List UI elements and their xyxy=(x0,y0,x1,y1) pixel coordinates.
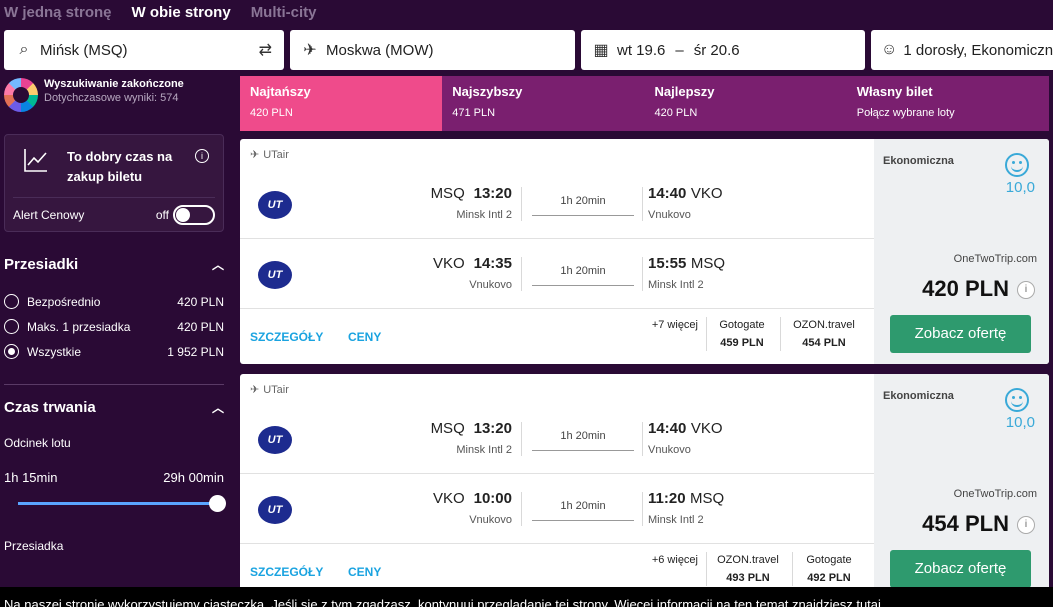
result-card[interactable]: ✈ UTair UT MSQ 13:20 Minsk Intl 2 1h 20min… xyxy=(240,374,1049,599)
vendor-offer[interactable]: OZON.travel 493 PLN xyxy=(710,554,786,584)
tab-multi-city[interactable]: Multi-city xyxy=(251,4,317,21)
status-title: Wyszukiwanie zakończone xyxy=(44,78,184,90)
loading-spinner-icon xyxy=(4,78,38,112)
plane-icon: ✈ xyxy=(250,384,260,396)
slider-handle[interactable] xyxy=(209,495,226,512)
duration-header[interactable]: Czas trwania ︿ xyxy=(0,399,236,416)
airline-name: ✈ UTair xyxy=(250,383,289,397)
origin-value: Mińsk (MSQ) xyxy=(40,41,128,59)
duration-min: 1h 15min xyxy=(4,470,58,485)
vendor-offer[interactable]: OZON.travel 454 PLN xyxy=(786,319,862,349)
date-back: śr 20.6 xyxy=(693,41,740,59)
search-status: Wyszukiwanie zakończone Dotychczasowe wy… xyxy=(0,76,236,128)
chevron-up-icon[interactable]: ︿ xyxy=(212,399,224,416)
plane-icon: ✈ xyxy=(303,42,317,59)
view-offer-button[interactable]: Zobacz ofertę xyxy=(890,550,1031,588)
sort-tab-cheapest[interactable]: Najtańszy 420 PLN xyxy=(240,76,443,131)
passengers-field[interactable]: ☺ 1 dorosły, Ekonomiczna xyxy=(871,30,1053,70)
calendar-icon: ▦ xyxy=(593,42,609,59)
provider-name: OneTwoTrip.com xyxy=(953,488,1037,500)
tab-one-way[interactable]: W jedną stronę xyxy=(4,4,112,21)
airline-logo: UT xyxy=(258,426,292,454)
price-info-icon[interactable]: i xyxy=(1017,281,1035,299)
trend-chart-icon xyxy=(24,149,47,172)
airline-logo: UT xyxy=(258,191,292,219)
status-subtitle: Dotychczasowe wyniki: 574 xyxy=(44,92,179,104)
duration-range-labels: 1h 15min 29h 00min xyxy=(0,470,236,485)
passengers-value: 1 dorosły, Ekonomiczna xyxy=(903,41,1053,59)
slider-track xyxy=(18,502,218,505)
destination-value: Moskwa (MOW) xyxy=(326,41,434,59)
smiley-icon xyxy=(1005,388,1029,412)
flight-segment: UT MSQ 13:20 Minsk Intl 2 1h 20min 14:40 … xyxy=(240,404,874,474)
more-offers-link[interactable]: +6 więcej xyxy=(632,554,698,566)
search-bar: ⌕ Mińsk (MSQ) ⇄ ✈ Moskwa (MOW) ▦ wt 19.6… xyxy=(4,30,1053,70)
stop-option-all[interactable]: Wszystkie 1 952 PLN xyxy=(4,339,224,364)
tab-round-trip[interactable]: W obie strony xyxy=(132,4,231,21)
layover-label: Przesiadka xyxy=(4,539,64,553)
flight-segment: UT MSQ 13:20 Minsk Intl 2 1h 20min 14:40 … xyxy=(240,169,874,239)
price-alert-toggle[interactable] xyxy=(173,204,215,225)
price: 420 PLN xyxy=(922,276,1009,301)
sort-tab-custom[interactable]: Własny bilet Połącz wybrane loty xyxy=(846,76,1049,131)
stop-option-max1[interactable]: Maks. 1 przesiadka 420 PLN xyxy=(4,314,224,339)
flight-segment: UT VKO 14:35 Vnukovo 1h 20min 15:55 MSQ Mi… xyxy=(240,239,874,309)
radio-icon[interactable] xyxy=(4,294,19,309)
view-offer-button[interactable]: Zobacz ofertę xyxy=(890,315,1031,353)
alert-title: To dobry czas na zakup biletu xyxy=(67,149,173,184)
smiley-icon xyxy=(1005,153,1029,177)
chevron-up-icon[interactable]: ︿ xyxy=(212,256,224,273)
alert-state: off xyxy=(155,207,169,222)
airline-logo: UT xyxy=(258,261,292,289)
rating-score: 10,0 xyxy=(1005,179,1035,196)
stops-title: Przesiadki xyxy=(4,256,79,273)
plane-icon: ✈ xyxy=(250,149,260,161)
price-alert-box: To dobry czas na zakup biletu i Alert Ce… xyxy=(4,134,224,232)
filters-sidebar: Wyszukiwanie zakończone Dotychczasowe wy… xyxy=(0,76,236,587)
origin-field[interactable]: ⌕ Mińsk (MSQ) ⇄ xyxy=(4,30,284,70)
price-info-icon[interactable]: i xyxy=(1017,516,1035,534)
date-out: wt 19.6 xyxy=(617,41,666,59)
duration-max: 29h 00min xyxy=(163,470,224,485)
prices-link[interactable]: CENY xyxy=(348,565,381,579)
vendor-offer[interactable]: Gotogate 492 PLN xyxy=(796,554,862,584)
swap-icon[interactable]: ⇄ xyxy=(259,40,272,60)
provider-name: OneTwoTrip.com xyxy=(953,253,1037,265)
more-offers-link[interactable]: +7 więcej xyxy=(632,319,698,331)
alert-label: Alert Cenowy xyxy=(13,207,85,222)
details-link[interactable]: SZCZEGÓŁY xyxy=(250,565,323,579)
airline-name: ✈ UTair xyxy=(250,148,289,162)
search-icon: ⌕ xyxy=(19,41,29,58)
destination-field[interactable]: ✈ Moskwa (MOW) xyxy=(290,30,575,70)
stop-option-direct[interactable]: Bezpośrednio 420 PLN xyxy=(4,289,224,314)
trip-type-tabs: W jedną stronę W obie strony Multi-city xyxy=(0,0,317,24)
user-icon: ☺ xyxy=(881,41,898,58)
sort-tab-fastest[interactable]: Najszybszy 471 PLN xyxy=(442,76,645,131)
radio-checked-icon[interactable] xyxy=(4,344,19,359)
info-icon[interactable]: i xyxy=(195,149,209,163)
price: 454 PLN xyxy=(922,511,1009,536)
sort-tabs: Najtańszy 420 PLN Najszybszy 471 PLN Naj… xyxy=(240,76,1049,131)
vendor-offer[interactable]: Gotogate 459 PLN xyxy=(710,319,774,349)
radio-icon[interactable] xyxy=(4,319,19,334)
stops-options: Bezpośrednio 420 PLN Maks. 1 przesiadka … xyxy=(0,289,236,364)
stops-header[interactable]: Przesiadki ︿ xyxy=(0,256,236,273)
cabin-class: Ekonomiczna xyxy=(883,155,954,167)
cabin-class: Ekonomiczna xyxy=(883,390,954,402)
airline-logo: UT xyxy=(258,496,292,524)
sort-tab-best[interactable]: Najlepszy 420 PLN xyxy=(644,76,847,131)
prices-link[interactable]: CENY xyxy=(348,330,381,344)
rating-score: 10,0 xyxy=(1005,414,1035,431)
date-separator: – xyxy=(675,41,684,59)
flight-segment: UT VKO 10:00 Vnukovo 1h 20min 11:20 MSQ Mi… xyxy=(240,474,874,544)
result-card[interactable]: ✈ UTair UT MSQ 13:20 Minsk Intl 2 1h 20min… xyxy=(240,139,1049,364)
duration-subtitle: Odcinek lotu xyxy=(4,436,71,450)
duration-slider[interactable] xyxy=(18,495,226,512)
duration-title: Czas trwania xyxy=(4,399,96,416)
details-link[interactable]: SZCZEGÓŁY xyxy=(250,330,323,344)
date-field[interactable]: ▦ wt 19.6 – śr 20.6 xyxy=(581,30,865,70)
cookie-banner: Na naszej stronie wykorzystujemy ciastec… xyxy=(0,587,1053,607)
